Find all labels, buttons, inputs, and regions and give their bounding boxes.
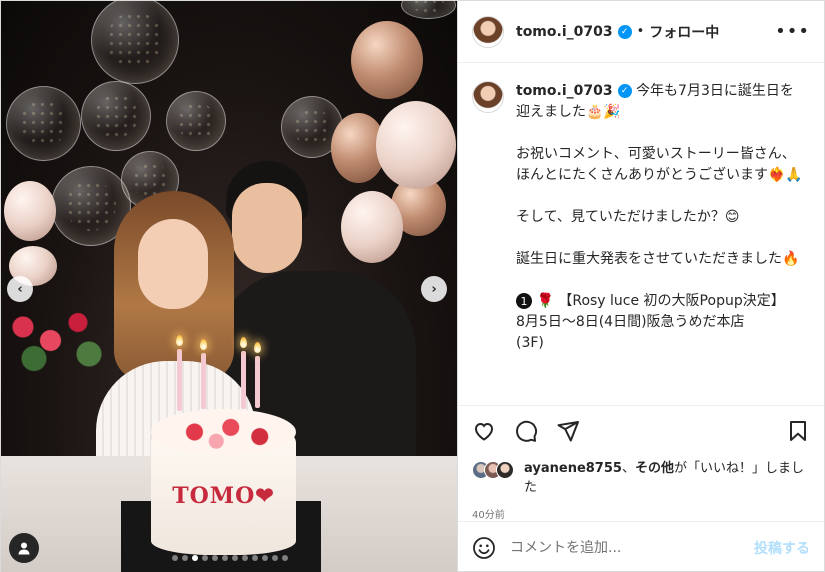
clear-balloon — [401, 1, 456, 19]
post-username[interactable]: tomo.i_0703 — [516, 24, 613, 40]
post-timestamp[interactable]: 40分前 — [458, 497, 824, 521]
avatar — [496, 461, 514, 479]
likes-others-link[interactable]: その他 — [635, 461, 674, 476]
chevron-right-icon: › — [431, 281, 437, 297]
caption-item: 1 🌹 【Rosy luce 初の大阪Popup決定】 8月5日〜8日(4日間)… — [516, 291, 806, 354]
candle-flame — [200, 339, 207, 350]
separator-dot: • — [636, 24, 645, 39]
caption-paragraph: お祝いコメント、可愛いストーリー皆さん、ほんとにたくさんありがとうございます❤️… — [516, 146, 803, 183]
candle — [241, 351, 246, 409]
bookmark-icon — [790, 420, 806, 441]
clear-balloon — [6, 86, 81, 161]
caption-item-floor: (3F) — [516, 335, 544, 351]
likes-text: ayanene8755、その他が「いいね！」しました — [524, 459, 810, 497]
verified-badge-icon: ✓ — [617, 84, 632, 98]
candle — [201, 353, 206, 409]
share-button[interactable] — [556, 419, 580, 443]
chevron-left-icon: ‹ — [17, 281, 23, 297]
candle — [255, 356, 260, 408]
post-comment-button[interactable]: 投稿する — [754, 538, 810, 558]
more-options-icon[interactable]: ••• — [775, 21, 810, 42]
carousel-next-button[interactable]: › — [421, 276, 447, 302]
caption-text: tomo.i_0703 ✓ 今年も7月3日に誕生日を迎えました🎂🎉 お祝いコメント… — [516, 81, 806, 405]
comment-composer: 投稿する — [458, 521, 824, 572]
carousel-dot — [222, 555, 228, 561]
post-dialog: TOMO❤ ‹ › tomo.i_0703 ✓ • フォロー中 ••• tomo… — [0, 0, 825, 572]
candle-flame — [254, 342, 261, 353]
like-button[interactable] — [472, 419, 496, 443]
carousel-dot — [232, 555, 238, 561]
carousel-dot — [182, 555, 188, 561]
carousel-dot — [172, 555, 178, 561]
clear-balloon — [81, 81, 151, 151]
number-badge: 1 — [516, 293, 532, 309]
likes-connector: 、 — [621, 461, 635, 476]
liker-username[interactable]: ayanene8755 — [524, 461, 622, 476]
comment-button[interactable] — [514, 419, 538, 443]
flower-bouquet — [1, 291, 111, 381]
liker-avatars[interactable] — [472, 461, 514, 479]
comment-icon — [516, 420, 538, 442]
caption-section: tomo.i_0703 ✓ 今年も7月3日に誕生日を迎えました🎂🎉 お祝いコメント… — [458, 63, 824, 405]
caption-paragraph: 誕生日に重大発表をさせていただきました🔥 — [516, 251, 800, 267]
rose-icon: 🌹 — [536, 293, 554, 309]
post-photo[interactable]: TOMO❤ ‹ › — [1, 1, 457, 572]
carousel-dot — [242, 555, 248, 561]
carousel-dot — [192, 555, 198, 561]
carousel-dot — [252, 555, 258, 561]
clear-balloon — [166, 91, 226, 151]
carousel-dot — [272, 555, 278, 561]
cake-strawberry-topping — [151, 409, 296, 455]
caption-item-title: 【Rosy luce 初の大阪Popup決定】 — [558, 293, 785, 309]
smiley-icon — [473, 536, 495, 559]
caption-item-date: 8月5日〜8日(4日間)阪急うめだ本店 — [516, 314, 745, 330]
emoji-button[interactable] — [472, 536, 496, 560]
carousel-prev-button[interactable]: ‹ — [7, 276, 33, 302]
send-icon — [557, 420, 579, 441]
post-header: tomo.i_0703 ✓ • フォロー中 ••• — [458, 1, 824, 63]
heart-icon — [474, 422, 494, 441]
post-sidebar: tomo.i_0703 ✓ • フォロー中 ••• tomo.i_0703 ✓ 今… — [457, 1, 824, 572]
rose-gold-balloon — [351, 21, 423, 99]
comment-input[interactable] — [510, 539, 740, 556]
avatar[interactable] — [472, 15, 504, 48]
carousel-dot — [202, 555, 208, 561]
following-button[interactable]: フォロー中 — [649, 22, 719, 42]
user-icon — [18, 542, 30, 555]
cake-text: TOMO❤ — [172, 483, 275, 509]
carousel-dots — [1, 555, 457, 561]
save-button[interactable] — [786, 419, 810, 443]
candle-flame — [176, 335, 183, 346]
likes-summary: ayanene8755、その他が「いいね！」しました — [458, 459, 824, 497]
action-bar — [458, 405, 824, 455]
clear-balloon — [91, 1, 179, 84]
tagged-users-button[interactable] — [9, 533, 39, 563]
candle-flame — [240, 337, 247, 348]
caption-paragraph: そして、見ていただけましたか？😊 — [516, 209, 740, 225]
blush-balloon — [4, 181, 56, 241]
candle — [177, 349, 182, 411]
carousel-dot — [212, 555, 218, 561]
avatar[interactable] — [472, 81, 504, 113]
carousel-dot — [282, 555, 288, 561]
carousel-dot — [262, 555, 268, 561]
caption-username[interactable]: tomo.i_0703 — [516, 83, 613, 99]
verified-badge-icon: ✓ — [617, 24, 632, 39]
